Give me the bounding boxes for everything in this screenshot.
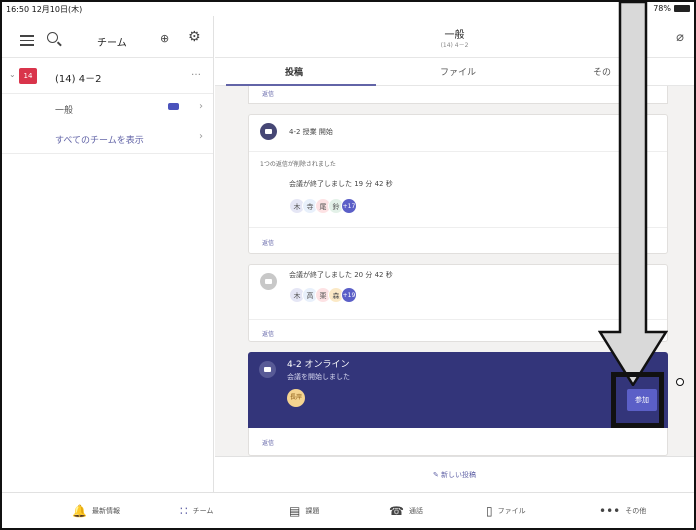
nav-more[interactable]: ••• その他 — [599, 504, 646, 518]
team-avatar: 14 — [19, 68, 37, 84]
organizer-avatar: 長岸 — [287, 389, 305, 407]
assignment-icon: ▤ — [289, 504, 301, 518]
nav-teams[interactable]: ∷ チーム — [180, 504, 213, 518]
meeting-icon — [260, 273, 277, 290]
reply-link[interactable]: 返信 — [262, 89, 274, 98]
video-camera-icon — [168, 103, 179, 110]
hamburger-menu-icon[interactable] — [20, 35, 34, 49]
show-all-teams-link[interactable]: すべてのチームを表示 › — [2, 124, 213, 154]
more-participants-badge: +17 — [341, 198, 357, 214]
live-meeting-title: 4-2 オンライン — [287, 360, 350, 370]
tab-posts[interactable]: 投稿 — [285, 65, 303, 78]
chevron-right-icon: › — [199, 101, 203, 112]
meeting-ended-text: 会議が終了しました 20 分 42 秒 — [289, 271, 393, 279]
compose-icon: ✎ — [432, 471, 439, 479]
nav-label: その他 — [625, 507, 647, 515]
live-card-footer: 返信 — [248, 428, 668, 456]
channel-label: 一般 — [55, 106, 74, 116]
sidebar-header: チーム ⊕ ⚙ — [2, 16, 213, 58]
sidebar-title: チーム — [97, 38, 127, 49]
show-all-teams-label: すべてのチームを表示 — [55, 136, 144, 146]
new-post-label: 新しい投稿 — [441, 471, 477, 479]
annotation-highlight-box — [611, 372, 664, 428]
chevron-down-icon[interactable]: ⌄ — [9, 70, 16, 79]
more-participants-badge: +19 — [341, 287, 357, 303]
annotation-ring — [676, 378, 684, 386]
nav-label: 課題 — [305, 507, 320, 515]
post-title: 4-2 授業 開始 — [289, 128, 333, 136]
more-options-icon[interactable]: … — [191, 67, 201, 78]
add-team-icon[interactable]: ⊕ — [160, 32, 169, 45]
participant-avatars: 木 高 栗 森 +19 — [289, 287, 357, 303]
new-post-button[interactable]: ✎ 新しい投稿 — [215, 456, 694, 492]
nav-label: 最新情報 — [91, 507, 120, 515]
live-meeting-status: 会議を開始しました — [287, 373, 350, 381]
nav-label: チーム — [192, 507, 214, 515]
phone-icon: ☎ — [389, 504, 404, 518]
more-icon: ••• — [599, 504, 621, 518]
reply-link[interactable]: 返信 — [262, 438, 274, 447]
nav-files[interactable]: ▯ ファイル — [486, 504, 526, 518]
reply-link[interactable]: 返信 — [262, 238, 274, 247]
bell-icon: 🔔 — [72, 504, 87, 518]
channel-item-general[interactable]: 一般 › — [2, 94, 213, 124]
teams-icon: ∷ — [180, 504, 188, 518]
tab-files[interactable]: ファイル — [440, 65, 476, 78]
team-item[interactable]: ⌄ 14 (14) 4－2 … — [2, 58, 213, 94]
bottom-navigation: 🔔 最新情報 ∷ チーム ▤ 課題 ☎ 通話 ▯ ファイル ••• その他 — [2, 492, 694, 528]
nav-assignments[interactable]: ▤ 課題 — [289, 504, 319, 518]
reply-link[interactable]: 返信 — [262, 329, 274, 338]
chevron-right-icon: › — [199, 131, 203, 142]
file-icon: ▯ — [486, 504, 493, 518]
meeting-icon — [260, 123, 277, 140]
settings-icon[interactable]: ⚙ — [188, 29, 201, 45]
nav-activity[interactable]: 🔔 最新情報 — [72, 504, 120, 518]
deleted-reply-note: 1つの返信が削除されました — [260, 161, 336, 168]
status-bar: 16:50 12月10日(木) 78% — [2, 2, 694, 16]
nav-label: ファイル — [497, 507, 526, 515]
sidebar: チーム ⊕ ⚙ ⌄ 14 (14) 4－2 … 一般 › すべてのチームを表示 … — [2, 16, 214, 492]
search-icon[interactable] — [47, 32, 58, 43]
status-time: 16:50 12月10日(木) — [6, 5, 83, 14]
participant-avatars: 木 寺 尾 鈴 +17 — [289, 198, 357, 214]
meeting-ended-text: 会議が終了しました 19 分 42 秒 — [289, 180, 393, 188]
battery-icon — [674, 5, 690, 12]
team-name: (14) 4－2 — [55, 74, 102, 85]
meeting-icon — [259, 361, 276, 378]
nav-label: 通話 — [408, 507, 423, 515]
notification-off-icon[interactable]: ⌀ — [676, 30, 684, 45]
nav-calls[interactable]: ☎ 通話 — [389, 504, 423, 518]
annotation-arrow — [598, 2, 668, 386]
